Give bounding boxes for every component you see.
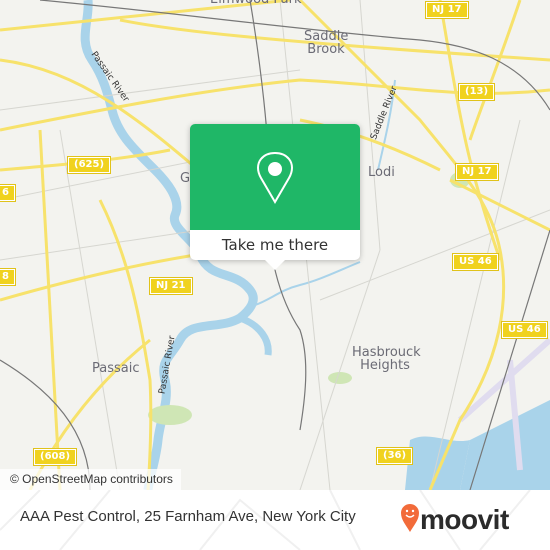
take-me-there-button[interactable]: Take me there [190, 230, 360, 260]
map-attribution[interactable]: © OpenStreetMap contributors [0, 469, 181, 490]
moovit-wordmark: moovit [420, 504, 509, 535]
route-shield-8: 8 [0, 268, 16, 286]
popup-pointer [265, 260, 285, 270]
route-shield-nj17: NJ 17 [455, 163, 499, 181]
route-shield-36: (36) [375, 447, 414, 465]
route-shield-nj21: NJ 21 [149, 277, 193, 295]
map-view[interactable]: Elmwood Park Saddle Brook Lodi G Passaic… [0, 0, 550, 490]
place-label-saddle-brook: Saddle Brook [304, 29, 349, 57]
place-label-lodi: Lodi [368, 165, 395, 180]
place-label-elmwood-park: Elmwood Park [210, 0, 302, 6]
route-shield-13: (13) [457, 83, 496, 101]
route-shield-us46: US 46 [452, 253, 499, 271]
route-shield-608: (608) [32, 448, 78, 466]
park [148, 405, 192, 425]
route-shield-nj17: NJ 17 [425, 1, 469, 19]
take-me-there-popup[interactable]: Take me there [190, 124, 360, 270]
footer-bar: AAA Pest Control, 25 Farnham Ave, New Yo… [0, 490, 550, 550]
moovit-smiley-pin-icon [401, 504, 419, 532]
route-shield-6: 6 [0, 184, 16, 202]
place-label-passaic: Passaic [92, 361, 140, 376]
hackensack-water [460, 400, 550, 490]
popup-header [190, 124, 360, 230]
bay-water [405, 436, 470, 490]
place-label-garfield: G [180, 171, 191, 186]
park [328, 372, 352, 384]
place-label-hasbrouck-heights: Hasbrouck Heights [352, 345, 421, 373]
place-title: AAA Pest Control, 25 Farnham Ave, New Yo… [20, 508, 356, 525]
route-shield-625: (625) [66, 156, 112, 174]
location-pin-icon [257, 152, 293, 204]
passaic-river-bend [238, 314, 272, 356]
route-shield-us46: US 46 [501, 321, 548, 339]
